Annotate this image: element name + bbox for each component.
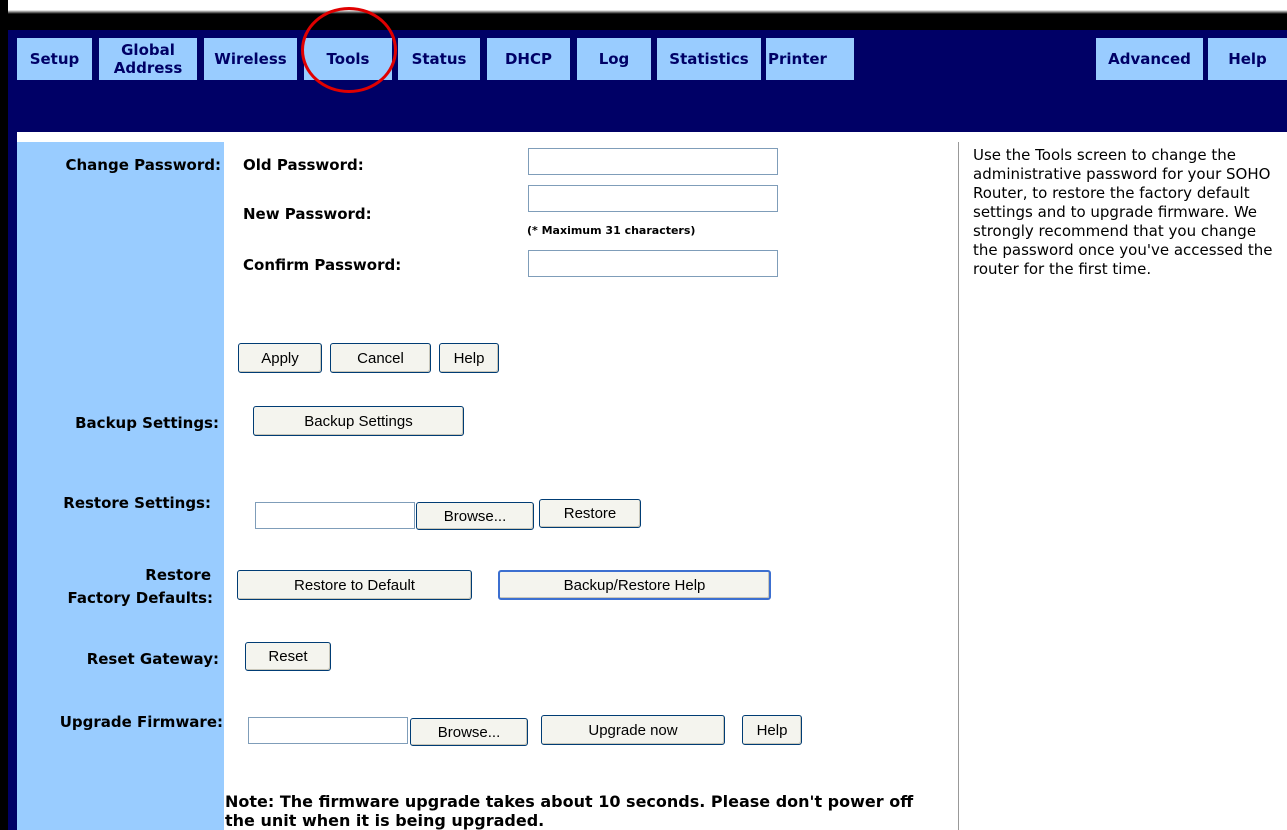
max-characters-note: (* Maximum 31 characters) [527, 224, 696, 237]
password-help-button[interactable]: Help [439, 343, 499, 373]
help-text: Use the Tools screen to change the admin… [973, 146, 1273, 278]
firmware-help-button[interactable]: Help [742, 715, 802, 745]
confirm-password-label: Confirm Password: [243, 256, 402, 274]
top-frame [0, 0, 1287, 30]
highlight-circle [301, 7, 397, 93]
tab-global-address[interactable]: Global Address [99, 38, 197, 80]
cancel-button[interactable]: Cancel [330, 343, 431, 373]
restore-settings-label: Restore Settings: [63, 494, 211, 512]
restore-to-default-button[interactable]: Restore to Default [237, 570, 472, 600]
tab-log[interactable]: Log [577, 38, 651, 80]
backup-settings-button[interactable]: Backup Settings [253, 406, 464, 436]
tab-printer[interactable]: Printer [766, 38, 854, 80]
restore-factory-label-line2: Factory Defaults: [67, 589, 213, 607]
tab-setup[interactable]: Setup [17, 38, 92, 80]
change-password-label: Change Password: [65, 156, 222, 174]
backup-restore-help-button[interactable]: Backup/Restore Help [498, 570, 771, 600]
apply-button[interactable]: Apply [238, 343, 322, 373]
upgrade-now-button[interactable]: Upgrade now [541, 715, 725, 745]
reset-button[interactable]: Reset [245, 642, 331, 671]
reset-gateway-label: Reset Gateway: [86, 650, 219, 668]
firmware-file-field[interactable] [248, 717, 408, 744]
nav-band [8, 84, 1287, 132]
old-password-field[interactable] [528, 148, 778, 175]
tab-help[interactable]: Help [1208, 38, 1287, 80]
new-password-field[interactable] [528, 185, 778, 212]
tab-advanced[interactable]: Advanced [1096, 38, 1203, 80]
left-frame [0, 0, 8, 830]
firmware-note: Note: The firmware upgrade takes about 1… [225, 792, 914, 830]
tab-status[interactable]: Status [398, 38, 480, 80]
tab-dhcp[interactable]: DHCP [487, 38, 570, 80]
upgrade-firmware-label: Upgrade Firmware: [59, 713, 223, 731]
new-password-label: New Password: [243, 205, 372, 223]
confirm-password-field[interactable] [528, 250, 778, 277]
old-password-label: Old Password: [243, 156, 364, 174]
backup-settings-label: Backup Settings: [75, 414, 219, 432]
left-divider [8, 132, 17, 830]
restore-file-field[interactable] [255, 502, 415, 529]
firmware-browse-button[interactable]: Browse... [410, 718, 528, 746]
restore-factory-label-line1: Restore [145, 566, 211, 584]
restore-button[interactable]: Restore [539, 499, 641, 528]
tab-wireless[interactable]: Wireless [204, 38, 297, 80]
restore-browse-button[interactable]: Browse... [416, 502, 534, 530]
tab-statistics[interactable]: Statistics [657, 38, 761, 80]
